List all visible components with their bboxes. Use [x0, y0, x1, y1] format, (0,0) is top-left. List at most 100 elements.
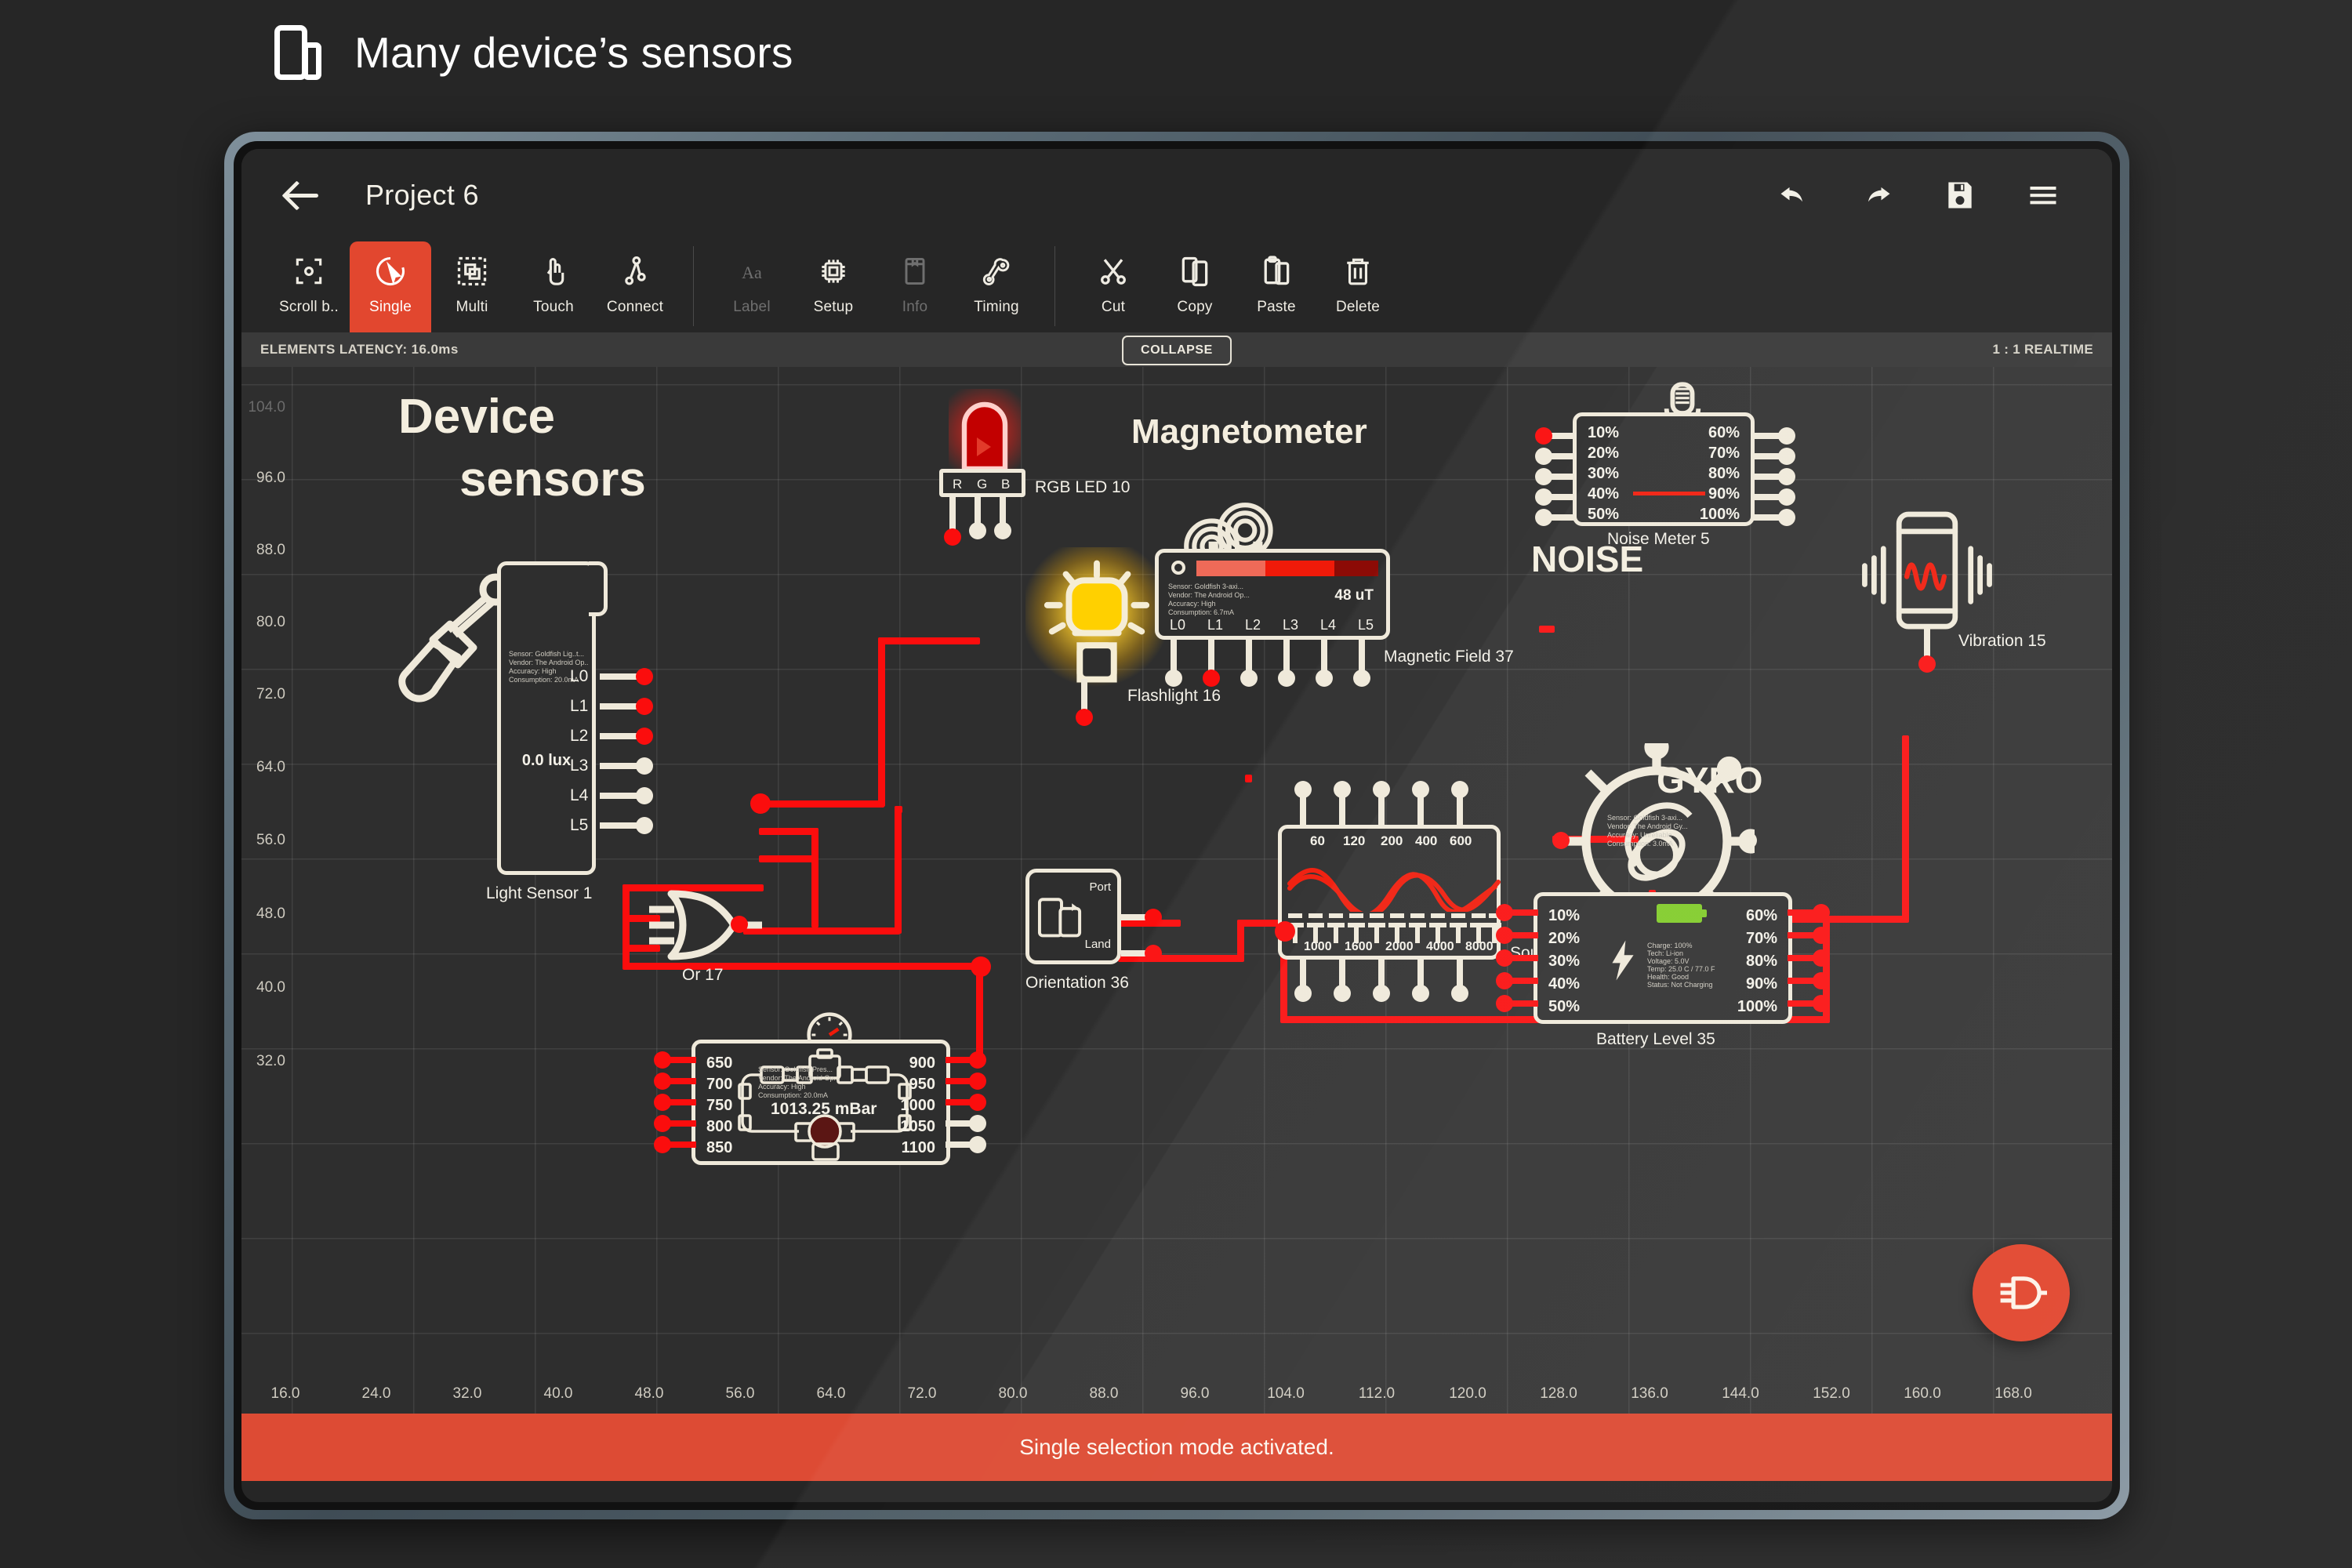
pin-node[interactable]	[1412, 781, 1429, 798]
pin-node[interactable]	[654, 1073, 671, 1090]
pin-node[interactable]	[1373, 985, 1390, 1002]
pin-node[interactable]	[969, 1136, 986, 1153]
pin-node[interactable]	[1496, 972, 1513, 989]
pin-node[interactable]	[654, 1136, 671, 1153]
pin-node[interactable]	[636, 817, 653, 834]
pin-node[interactable]	[1496, 904, 1513, 921]
pin-node[interactable]	[636, 728, 653, 745]
wire-junction[interactable]	[971, 956, 991, 977]
pin-node[interactable]	[1552, 832, 1570, 849]
tool-copy[interactable]: Copy	[1154, 241, 1236, 332]
component-vibration[interactable]: Vibration 15	[1849, 508, 2046, 696]
undo-icon[interactable]	[1777, 178, 1811, 212]
pin-node[interactable]	[1076, 709, 1093, 726]
pin-node[interactable]	[1316, 670, 1333, 687]
tool-timing[interactable]: Timing	[956, 241, 1037, 332]
orientation-body[interactable]: Port Land	[1025, 869, 1121, 964]
pin-node[interactable]	[1813, 904, 1830, 921]
pin-node[interactable]	[1496, 927, 1513, 944]
menu-icon[interactable]	[2026, 178, 2060, 212]
schematic-canvas[interactable]: ELEMENTS LATENCY: 16.0ms COLLAPSE 1 : 1 …	[241, 332, 2112, 1414]
save-icon[interactable]	[1943, 178, 1977, 212]
pin-node[interactable]	[969, 1051, 986, 1069]
tool-delete[interactable]: Delete	[1317, 241, 1399, 332]
pin-node[interactable]	[1451, 985, 1468, 1002]
tool-setup[interactable]: Setup	[793, 241, 874, 332]
pin-node[interactable]	[1412, 985, 1429, 1002]
pin-node[interactable]	[636, 668, 653, 685]
pin-node[interactable]	[969, 1115, 986, 1132]
battery-body[interactable]: Charge: 100% Tech: Li-ion Voltage: 5.0V …	[1534, 892, 1792, 1024]
add-logic-gate-fab[interactable]	[1973, 1244, 2070, 1341]
component-pressure[interactable]: Sensor: Goldfish Pres... Vendor: The And…	[651, 1012, 986, 1210]
tool-cut[interactable]: Cut	[1073, 241, 1154, 332]
component-battery-level[interactable]: Charge: 100% Tech: Li-ion Voltage: 5.0V …	[1496, 892, 1830, 1088]
pin-node[interactable]	[969, 522, 986, 539]
magnetic-field-body[interactable]: Sensor: Goldfish 3-axi... Vendor: The An…	[1155, 549, 1390, 640]
component-light-sensor[interactable]: Sensor: Goldfish Lig..t... Vendor: The A…	[398, 522, 767, 930]
pin-node[interactable]	[654, 1094, 671, 1111]
pin-node[interactable]	[1496, 949, 1513, 967]
redo-icon[interactable]	[1860, 178, 1894, 212]
component-or-gate[interactable]: Or 17	[649, 884, 837, 986]
tool-connect[interactable]: Connect	[594, 241, 676, 332]
collapse-button[interactable]: COLLAPSE	[1122, 336, 1232, 365]
pin-node[interactable]	[1813, 927, 1830, 944]
pin-node[interactable]	[1451, 781, 1468, 798]
wire-junction[interactable]	[1275, 921, 1295, 942]
tool-scroll-bounds[interactable]: Scroll b..	[268, 241, 350, 332]
tool-paste[interactable]: Paste	[1236, 241, 1317, 332]
noise-meter-body[interactable]: 10% 20% 30% 40% 50% 60% 70% 80% 90% 100%	[1573, 412, 1755, 526]
pin-node[interactable]	[1918, 655, 1936, 673]
pin-node[interactable]	[1740, 832, 1757, 849]
pin-node[interactable]	[1353, 670, 1370, 687]
sound-body[interactable]: 60 120 200 400 600 1000 1600 2000 4000 8…	[1278, 825, 1501, 960]
pin-node[interactable]	[1373, 781, 1390, 798]
pin-node[interactable]	[1240, 670, 1258, 687]
pin-node[interactable]	[731, 916, 748, 933]
pin-node[interactable]	[1778, 427, 1795, 445]
pin-node[interactable]	[1165, 670, 1182, 687]
pin-node[interactable]	[1778, 509, 1795, 526]
pin-node[interactable]	[1294, 781, 1312, 798]
pin-node[interactable]	[1813, 995, 1830, 1012]
light-sensor-body[interactable]: Sensor: Goldfish Lig..t... Vendor: The A…	[497, 561, 653, 875]
pin-node[interactable]	[654, 1051, 671, 1069]
tool-multi[interactable]: Multi	[431, 241, 513, 332]
pin-node[interactable]	[1778, 448, 1795, 465]
pin-node[interactable]	[1813, 972, 1830, 989]
pin-node[interactable]	[1778, 468, 1795, 485]
tool-single[interactable]: Single	[350, 241, 431, 332]
pin-node[interactable]	[1535, 427, 1552, 445]
pin-node[interactable]	[969, 1094, 986, 1111]
component-rgb-led[interactable]: R G B RGB LED 10	[931, 389, 1130, 569]
back-arrow-icon[interactable]	[284, 175, 325, 216]
pin-node[interactable]	[1813, 949, 1830, 967]
pin-node[interactable]	[1278, 670, 1295, 687]
pin-node[interactable]	[969, 1073, 986, 1090]
pin-node[interactable]	[1145, 945, 1162, 962]
pin-node[interactable]	[994, 522, 1011, 539]
pin-node[interactable]	[636, 698, 653, 715]
pin-node[interactable]	[1294, 985, 1312, 1002]
pin-node[interactable]	[654, 1115, 671, 1132]
pin-node[interactable]	[1496, 995, 1513, 1012]
pin-node[interactable]	[1535, 509, 1552, 526]
pin-node[interactable]	[944, 528, 961, 546]
grid-area[interactable]: 104.0 96.0 88.0 80.0 72.0 64.0 56.0 48.0…	[241, 367, 2112, 1414]
pin-node[interactable]	[636, 787, 653, 804]
pin-node[interactable]	[1334, 781, 1351, 798]
component-magnetic-field[interactable]: Sensor: Goldfish 3-axi... Vendor: The An…	[1139, 459, 1514, 726]
wire-junction[interactable]	[750, 793, 771, 814]
tool-touch[interactable]: Touch	[513, 241, 594, 332]
pin-node[interactable]	[1778, 488, 1795, 506]
pin-node[interactable]	[1535, 468, 1552, 485]
pin-node[interactable]	[1145, 909, 1162, 926]
component-orientation[interactable]: Port Land Orientation 36	[1025, 869, 1182, 1010]
pin-node[interactable]	[1535, 448, 1552, 465]
pin-node[interactable]	[636, 757, 653, 775]
pin-node[interactable]	[1203, 670, 1220, 687]
pin-node[interactable]	[1535, 488, 1552, 506]
component-noise-meter[interactable]: 10% 20% 30% 40% 50% 60% 70% 80% 90% 100%	[1535, 381, 1833, 569]
pin-node[interactable]	[1334, 985, 1351, 1002]
